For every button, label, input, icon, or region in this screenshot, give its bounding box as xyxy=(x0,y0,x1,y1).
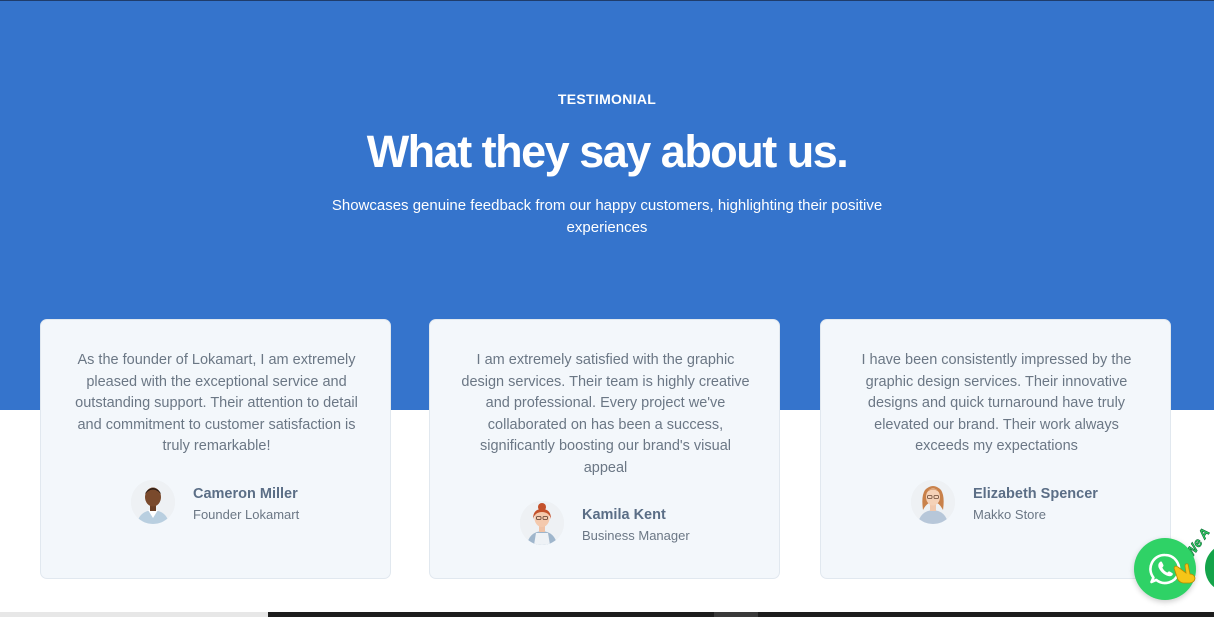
footer-strip-segment xyxy=(714,612,758,617)
testimonial-author: Kamila Kent Business Manager xyxy=(430,501,781,549)
testimonial-quote: I have been consistently impressed by th… xyxy=(861,352,1132,455)
author-name: Cameron Miller xyxy=(193,486,298,502)
avatar xyxy=(520,501,564,545)
avatar xyxy=(131,480,175,524)
testimonial-quote: I am extremely satisfied with the graphi… xyxy=(461,352,750,476)
testimonial-author: Cameron Miller Founder Lokamart xyxy=(41,480,392,528)
author-role: Founder Lokamart xyxy=(193,507,300,522)
testimonial-card: I am extremely satisfied with the graphi… xyxy=(429,319,780,579)
testimonial-author: Elizabeth Spencer Makko Store xyxy=(821,480,1172,528)
section-eyebrow: TESTIMONIAL xyxy=(557,91,657,107)
section-title: What they say about us. xyxy=(366,126,849,177)
pointing-hand-icon xyxy=(1172,562,1198,589)
testimonial-quote: As the founder of Lokamart, I am extreme… xyxy=(75,352,358,455)
author-role: Makko Store xyxy=(973,507,1046,522)
avatar xyxy=(911,480,955,524)
testimonial-card: As the founder of Lokamart, I am extreme… xyxy=(40,319,391,579)
author-role: Business Manager xyxy=(582,528,690,543)
section-subtitle: Showcases genuine feedback from our happ… xyxy=(331,197,883,236)
footer-strip xyxy=(0,612,268,617)
author-name: Elizabeth Spencer xyxy=(973,486,1098,502)
author-name: Kamila Kent xyxy=(582,507,666,523)
testimonial-card: I have been consistently impressed by th… xyxy=(820,319,1171,579)
